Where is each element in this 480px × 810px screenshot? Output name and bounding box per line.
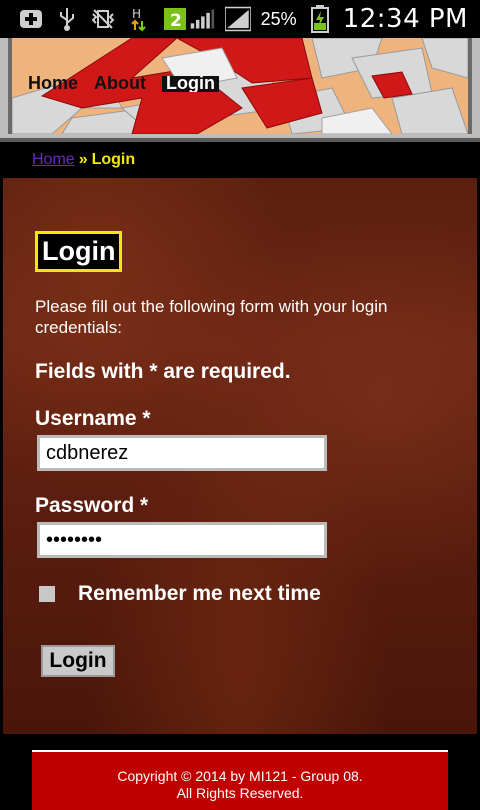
status-bar-left: H 2 xyxy=(18,6,188,32)
footer-rights: All Rights Reserved. xyxy=(176,785,304,801)
nav-item-home[interactable]: Home xyxy=(28,76,78,90)
required-note: Fields with * are required. xyxy=(35,360,291,383)
battery-percent: 25% xyxy=(260,8,297,29)
site-header: Home About Login xyxy=(0,38,480,142)
page-title: Login xyxy=(35,231,123,272)
breadcrumb: Home » Login xyxy=(0,142,480,178)
nav-item-login[interactable]: Login xyxy=(162,76,219,92)
username-label: Username * xyxy=(35,407,151,430)
vibrate-icon xyxy=(90,6,116,32)
clock: 12:34 PM xyxy=(342,4,468,34)
usb-icon xyxy=(54,6,80,32)
status-bar-right: 25% 12:34 PM xyxy=(189,4,468,34)
password-field[interactable] xyxy=(37,522,327,558)
add-icon xyxy=(18,6,44,32)
nav-item-about[interactable]: About xyxy=(94,76,146,90)
login-button[interactable]: Login xyxy=(41,645,115,677)
footer: Copyright © 2014 by MI121 - Group 08. Al… xyxy=(32,750,448,810)
intro-text: Please fill out the following form with … xyxy=(35,297,388,337)
svg-text:2: 2 xyxy=(170,11,182,31)
breadcrumb-current: Login xyxy=(91,151,136,168)
signal-2-icon xyxy=(224,6,251,32)
footer-area: Copyright © 2014 by MI121 - Group 08. Al… xyxy=(0,734,480,810)
notification-badge-icon: 2 xyxy=(162,6,188,32)
remember-me-label[interactable]: Remember me next time xyxy=(78,582,321,606)
main-nav: Home About Login xyxy=(28,76,219,98)
breadcrumb-home-link[interactable]: Home xyxy=(32,151,75,169)
battery-charging-icon xyxy=(307,5,333,33)
username-field[interactable] xyxy=(37,435,327,471)
remember-me-checkbox[interactable] xyxy=(39,586,55,602)
password-label: Password * xyxy=(35,494,149,517)
network-h-icon: H xyxy=(126,6,152,32)
main-content: Login Please fill out the following form… xyxy=(0,178,480,734)
footer-copyright: Copyright © 2014 by MI121 - Group 08. xyxy=(117,768,363,784)
breadcrumb-separator: » xyxy=(78,151,88,168)
svg-text:H: H xyxy=(132,7,141,21)
status-bar: H 2 25% 12:34 PM xyxy=(0,0,480,38)
signal-icon xyxy=(189,6,215,32)
